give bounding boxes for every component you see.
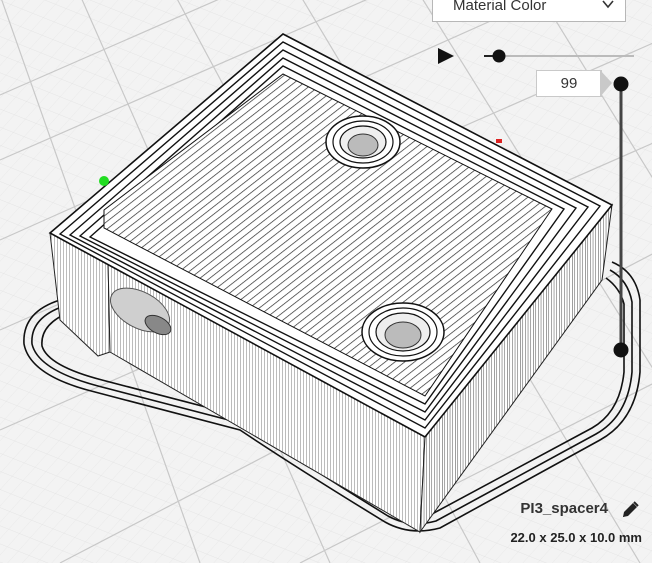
screw-boss-top — [325, 115, 401, 169]
color-scheme-dropdown[interactable]: Material Color — [432, 0, 626, 22]
seam-marker — [496, 139, 502, 143]
layer-slider-lower-handle[interactable] — [613, 342, 629, 358]
screw-boss-bottom — [361, 302, 445, 362]
color-scheme-value: Material Color — [453, 0, 547, 14]
layer-number-field[interactable]: 99 — [536, 70, 602, 97]
object-name: PI3_spacer4 — [520, 500, 608, 517]
simulation-slider-handle[interactable] — [492, 49, 506, 63]
layer-number-value: 99 — [560, 75, 578, 92]
layer-slider[interactable] — [608, 72, 634, 362]
simulation-slider[interactable] — [478, 48, 638, 64]
pencil-icon[interactable] — [620, 500, 640, 520]
start-point-marker — [99, 176, 109, 186]
play-icon[interactable] — [436, 46, 456, 66]
object-dimensions: 22.0 x 25.0 x 10.0 mm — [510, 530, 642, 545]
layer-slider-upper-handle[interactable] — [613, 76, 629, 92]
chevron-down-icon — [602, 0, 614, 9]
